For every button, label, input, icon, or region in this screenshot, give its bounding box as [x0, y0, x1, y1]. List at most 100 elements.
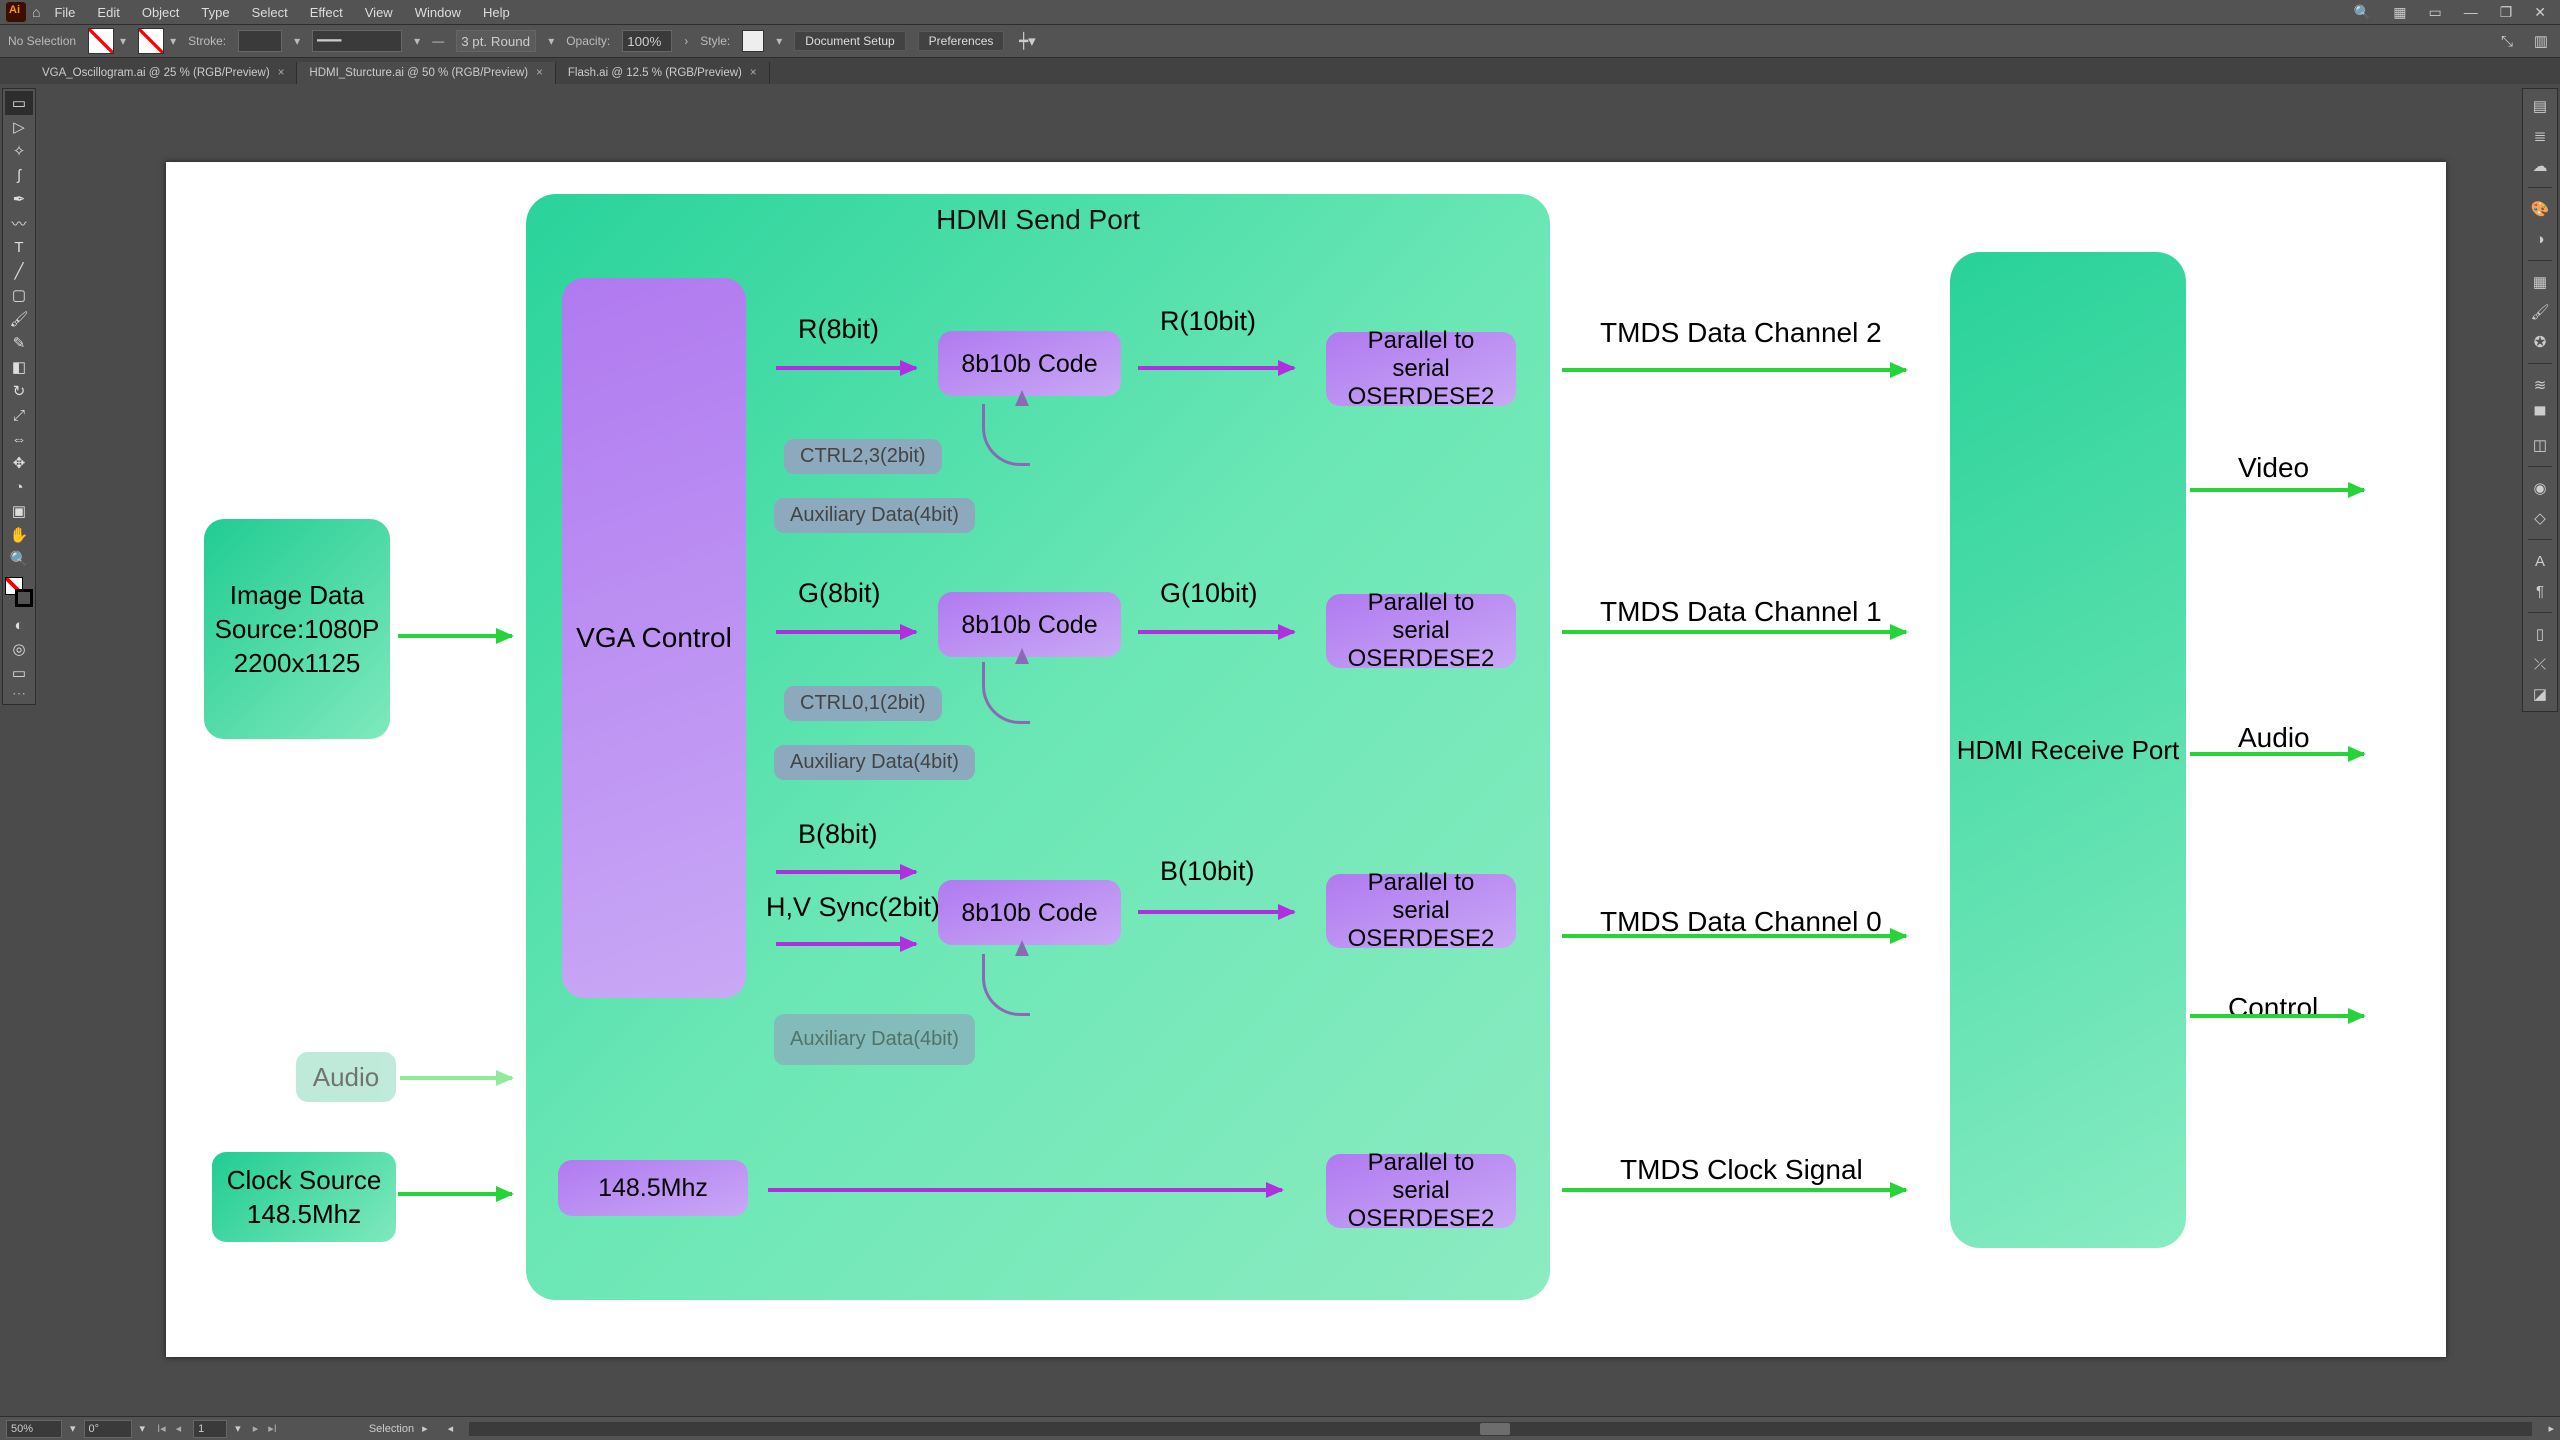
- workspace-icon[interactable]: ▭: [2420, 4, 2449, 21]
- libraries-panel-icon[interactable]: ☁: [2527, 153, 2553, 179]
- image-source-box: Image Data Source:1080P 2200x1125: [204, 519, 390, 739]
- direct-selection-tool[interactable]: ▷: [5, 115, 33, 139]
- menu-effect[interactable]: Effect: [302, 3, 351, 22]
- scroll-left-icon[interactable]: ◂: [448, 1422, 454, 1435]
- graphic-styles-icon[interactable]: ◇: [2527, 505, 2553, 531]
- canvas-scrollpane[interactable]: Image Data Source:1080P 2200x1125 Audio …: [40, 88, 2518, 1412]
- color-panel-icon[interactable]: 🎨: [2527, 196, 2553, 222]
- edit-toolbar-icon[interactable]: ⋯: [12, 685, 26, 702]
- isolate-icon[interactable]: ▥: [2530, 30, 2552, 52]
- pen-tool[interactable]: ✒: [5, 187, 33, 211]
- type-panel-icon[interactable]: A: [2527, 548, 2553, 574]
- document-tab[interactable]: Flash.ai @ 12.5 % (RGB/Preview)×: [556, 62, 770, 84]
- lasso-tool[interactable]: ʃ: [5, 163, 33, 187]
- color-guide-icon[interactable]: ◑: [2527, 226, 2553, 252]
- draw-mode[interactable]: ◎: [5, 637, 33, 661]
- tab-label: VGA_Oscillogram.ai @ 25 % (RGB/Preview): [42, 67, 270, 79]
- artboard-index-input[interactable]: [193, 1420, 227, 1438]
- close-icon[interactable]: ×: [278, 67, 285, 79]
- stroke-panel-icon[interactable]: ≋: [2527, 372, 2553, 398]
- layers-panel-icon[interactable]: ≣: [2527, 123, 2553, 149]
- document-tab[interactable]: HDMI_Sturcture.ai @ 50 % (RGB/Preview) ×: [297, 62, 555, 84]
- paragraph-panel-icon[interactable]: ¶: [2527, 578, 2553, 604]
- graphic-style-swatch[interactable]: [742, 30, 764, 52]
- fill-stroke-control[interactable]: [5, 577, 33, 607]
- zoom-input[interactable]: [6, 1420, 62, 1438]
- properties-panel-icon[interactable]: ▤: [2527, 93, 2553, 119]
- free-transform-tool[interactable]: ✥: [5, 451, 33, 475]
- scale-tool[interactable]: ⤢: [5, 403, 33, 427]
- aux-g-box: Auxiliary Data(4bit): [774, 745, 975, 780]
- width-tool[interactable]: ⇔: [5, 427, 33, 451]
- menu-bar: ⌂ File Edit Object Type Select Effect Vi…: [0, 0, 2560, 24]
- menu-type[interactable]: Type: [193, 3, 237, 22]
- scroll-right-icon[interactable]: ▸: [2548, 1422, 2554, 1435]
- menu-file[interactable]: File: [46, 3, 83, 22]
- shaper-tool[interactable]: ✎: [5, 331, 33, 355]
- selection-tool[interactable]: ▭: [5, 91, 33, 115]
- horizontal-scrollbar[interactable]: [469, 1422, 2532, 1436]
- menu-object[interactable]: Object: [134, 3, 188, 22]
- stroke-weight-input[interactable]: [238, 30, 282, 52]
- arrange-docs-icon[interactable]: ▦: [2385, 4, 2414, 21]
- magic-wand-tool[interactable]: ✧: [5, 139, 33, 163]
- transparency-panel-icon[interactable]: ◫: [2527, 432, 2553, 458]
- window-restore-icon[interactable]: ❐: [2492, 4, 2521, 21]
- document-tab[interactable]: VGA_Oscillogram.ai @ 25 % (RGB/Preview) ×: [30, 62, 297, 84]
- menu-help[interactable]: Help: [475, 3, 518, 22]
- stroke-profile-input[interactable]: [312, 30, 402, 52]
- close-icon[interactable]: ×: [750, 67, 757, 79]
- appearance-panel-icon[interactable]: ◉: [2527, 475, 2553, 501]
- document-setup-button[interactable]: Document Setup: [794, 31, 905, 51]
- screen-mode[interactable]: ▭: [5, 661, 33, 685]
- gradient-panel-icon[interactable]: ▀: [2527, 402, 2553, 428]
- type-tool[interactable]: T: [5, 235, 33, 259]
- swatches-panel-icon[interactable]: ▦: [2527, 269, 2553, 295]
- rectangle-tool[interactable]: ▢: [5, 283, 33, 307]
- pserial-g: Parallel to serial OSERDESE2: [1326, 594, 1516, 668]
- opacity-input[interactable]: [622, 30, 672, 52]
- send-port-title: HDMI Send Port: [526, 204, 1550, 236]
- paintbrush-tool[interactable]: 🖌: [5, 307, 33, 331]
- pathfinder-panel-icon[interactable]: ◪: [2527, 681, 2553, 707]
- nav-last-icon[interactable]: ▸I: [264, 1422, 281, 1435]
- tab-label: HDMI_Sturcture.ai @ 50 % (RGB/Preview): [309, 67, 528, 79]
- window-close-icon[interactable]: ✕: [2526, 4, 2554, 21]
- nav-first-icon[interactable]: I◂: [153, 1422, 170, 1435]
- rotate-tool[interactable]: ↻: [5, 379, 33, 403]
- transform-icon[interactable]: ⤡: [2496, 30, 2518, 52]
- eraser-tool[interactable]: ◧: [5, 355, 33, 379]
- align-icon[interactable]: ┿▾: [1016, 30, 1038, 52]
- line-tool[interactable]: ╱: [5, 259, 33, 283]
- menu-view[interactable]: View: [357, 3, 401, 22]
- symbols-panel-icon[interactable]: ✪: [2527, 329, 2553, 355]
- align-panel-icon[interactable]: ▯: [2527, 621, 2553, 647]
- curve-arrow-icon: [982, 662, 1030, 724]
- artboard[interactable]: Image Data Source:1080P 2200x1125 Audio …: [166, 162, 2446, 1357]
- stroke-swatch[interactable]: [138, 28, 164, 54]
- nav-next-icon[interactable]: ▸: [249, 1422, 263, 1435]
- preferences-button[interactable]: Preferences: [918, 31, 1005, 51]
- video-output-label: Video: [2238, 452, 2309, 484]
- brush-definition[interactable]: [456, 30, 536, 52]
- window-minimize-icon[interactable]: —: [2456, 4, 2486, 20]
- rotate-input[interactable]: [84, 1420, 132, 1438]
- hand-tool[interactable]: ✋: [5, 523, 33, 547]
- curvature-tool[interactable]: 〰: [5, 211, 33, 235]
- artboard-tool[interactable]: ▣: [5, 499, 33, 523]
- text: Parallel to serial: [1340, 1149, 1502, 1205]
- close-icon[interactable]: ×: [536, 67, 543, 79]
- fill-swatch[interactable]: [88, 28, 114, 54]
- shape-builder-tool[interactable]: ◔: [5, 475, 33, 499]
- status-dropdown-icon[interactable]: ▸: [422, 1422, 428, 1435]
- search-icon[interactable]: 🔍: [2346, 4, 2379, 21]
- nav-prev-icon[interactable]: ◂: [172, 1422, 186, 1435]
- brushes-panel-icon[interactable]: 🖌: [2527, 299, 2553, 325]
- home-icon[interactable]: ⌂: [32, 4, 40, 20]
- zoom-tool[interactable]: 🔍: [5, 547, 33, 571]
- color-mode[interactable]: ◐: [5, 613, 33, 637]
- transform-panel-icon[interactable]: ⤫: [2527, 651, 2553, 677]
- menu-select[interactable]: Select: [244, 3, 296, 22]
- menu-edit[interactable]: Edit: [89, 3, 127, 22]
- menu-window[interactable]: Window: [407, 3, 469, 22]
